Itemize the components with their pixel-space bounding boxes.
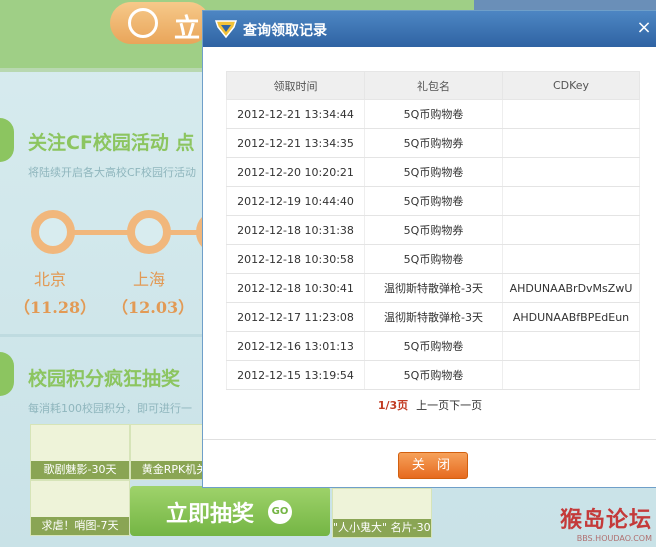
top-banner-button[interactable]: 立	[110, 2, 210, 44]
prize-card[interactable]: 求虐！哨图-7天	[30, 480, 130, 536]
table-row: 2012-12-18 10:30:41 温彻斯特散弹枪-3天 AHDUNAABr…	[226, 273, 640, 303]
timeline-date: （11.28）	[14, 298, 97, 317]
gift-name-cell: 5Q币购物卷	[364, 331, 503, 361]
cdkey-cell	[502, 157, 640, 187]
gift-name-cell: 5Q币购物券	[364, 128, 503, 158]
table-row: 2012-12-18 10:31:38 5Q币购物券	[226, 215, 640, 245]
site-watermark: 猴岛论坛 BBS.HOUDAO.COM	[560, 502, 652, 543]
section-campus-title: 关注CF校园活动 点	[28, 132, 195, 154]
watermark-url: BBS.HOUDAO.COM	[576, 534, 652, 543]
prev-page-link[interactable]: 上一页	[416, 399, 449, 412]
gift-name-cell: 5Q币购物卷	[364, 157, 503, 187]
claim-time-cell: 2012-12-20 10:20:21	[226, 157, 365, 187]
claim-time-cell: 2012-12-17 11:23:08	[226, 302, 365, 332]
timeline-dot-icon	[31, 210, 75, 254]
claim-time-cell: 2012-12-16 13:01:13	[226, 331, 365, 361]
draw-lottery-label: 立即抽奖	[166, 502, 255, 527]
cdkey-cell	[502, 360, 640, 390]
cdkey-cell	[502, 128, 640, 158]
column-header: CDKey	[502, 71, 640, 100]
timeline-city: 上海	[133, 270, 166, 289]
table-row: 2012-12-19 10:44:40 5Q币购物卷	[226, 186, 640, 216]
dialog-footer-divider	[203, 439, 656, 440]
timeline-city: 北京	[34, 270, 67, 289]
cdkey-cell: AHDUNAABrDvMsZwU	[502, 273, 640, 303]
gift-name-cell: 温彻斯特散弹枪-3天	[364, 273, 503, 303]
speech-bubble-icon	[0, 352, 14, 396]
prize-label: 求虐！哨图-7天	[31, 517, 129, 535]
timeline-date: （12.03）	[112, 298, 195, 317]
gift-name-cell: 5Q币购物卷	[364, 99, 503, 129]
table-row: 2012-12-16 13:01:13 5Q币购物卷	[226, 331, 640, 361]
timeline-dot-icon	[127, 210, 171, 254]
claim-time-cell: 2012-12-21 13:34:44	[226, 99, 365, 129]
claim-time-cell: 2012-12-18 10:31:38	[226, 215, 365, 245]
next-page-link[interactable]: 下一页	[449, 399, 482, 412]
prize-label: 歌剧魅影-30天	[31, 461, 129, 479]
close-icon[interactable]: ×	[633, 17, 655, 39]
top-right-bar	[474, 0, 656, 10]
cdkey-cell	[502, 186, 640, 216]
close-button[interactable]: 关 闭	[398, 452, 468, 479]
cdkey-cell	[502, 215, 640, 245]
gift-name-cell: 5Q币购物卷	[364, 186, 503, 216]
column-header: 领取时间	[226, 71, 365, 100]
table-row: 2012-12-18 10:30:58 5Q币购物卷	[226, 244, 640, 274]
section-lottery-title: 校园积分疯狂抽奖	[28, 368, 181, 390]
table-row: 2012-12-21 13:34:35 5Q币购物券	[226, 128, 640, 158]
claim-time-cell: 2012-12-18 10:30:58	[226, 244, 365, 274]
prize-label: "人小鬼大" 名片-30天	[333, 519, 431, 537]
claim-time-cell: 2012-12-21 13:34:35	[226, 128, 365, 158]
cdkey-cell	[502, 331, 640, 361]
cdkey-cell: AHDUNAABfBPEdEun	[502, 302, 640, 332]
claim-records-dialog: 查询领取记录 × 领取时间 礼包名 CDKey 2012-12-21 13:34…	[202, 10, 656, 488]
cdkey-cell	[502, 99, 640, 129]
speech-bubble-icon	[0, 118, 14, 162]
prize-card[interactable]: 歌剧魅影-30天	[30, 424, 130, 480]
page-indicator: 1/3页	[377, 399, 409, 412]
table-row: 2012-12-17 11:23:08 温彻斯特散弹枪-3天 AHDUNAABf…	[226, 302, 640, 332]
gift-name-cell: 温彻斯特散弹枪-3天	[364, 302, 503, 332]
gift-name-cell: 5Q币购物卷	[364, 360, 503, 390]
cdkey-cell	[502, 244, 640, 274]
claim-time-cell: 2012-12-18 10:30:41	[226, 273, 365, 303]
table-header-row: 领取时间 礼包名 CDKey	[226, 71, 640, 100]
top-banner-button-label: 立	[174, 14, 201, 44]
section-lottery-subtitle: 每消耗100校园积分，即可进行一	[28, 402, 192, 415]
game-logo-icon	[215, 20, 237, 39]
watermark-title: 猴岛论坛	[559, 508, 652, 533]
table-row: 2012-12-15 13:19:54 5Q币购物卷	[226, 360, 640, 390]
section-campus-subtitle: 将陆续开启各大高校CF校园行活动	[28, 166, 197, 179]
draw-lottery-button[interactable]: 立即抽奖 GO	[130, 486, 330, 536]
dialog-header[interactable]: 查询领取记录 ×	[203, 11, 656, 47]
go-icon: GO	[268, 500, 292, 524]
pagination: 1/3页 上一页下一页	[203, 397, 656, 413]
gift-name-cell: 5Q币购物券	[364, 215, 503, 245]
records-table: 领取时间 礼包名 CDKey 2012-12-21 13:34:44 5Q币购物…	[226, 71, 640, 390]
section-divider	[0, 334, 210, 337]
gift-name-cell: 5Q币购物卷	[364, 244, 503, 274]
column-header: 礼包名	[364, 71, 503, 100]
table-row: 2012-12-21 13:34:44 5Q币购物卷	[226, 99, 640, 129]
brand-logo-icon	[128, 8, 158, 38]
dialog-title: 查询领取记录	[243, 23, 327, 39]
table-row: 2012-12-20 10:20:21 5Q币购物卷	[226, 157, 640, 187]
prize-card[interactable]: "人小鬼大" 名片-30天	[332, 488, 432, 538]
claim-time-cell: 2012-12-19 10:44:40	[226, 186, 365, 216]
claim-time-cell: 2012-12-15 13:19:54	[226, 360, 365, 390]
